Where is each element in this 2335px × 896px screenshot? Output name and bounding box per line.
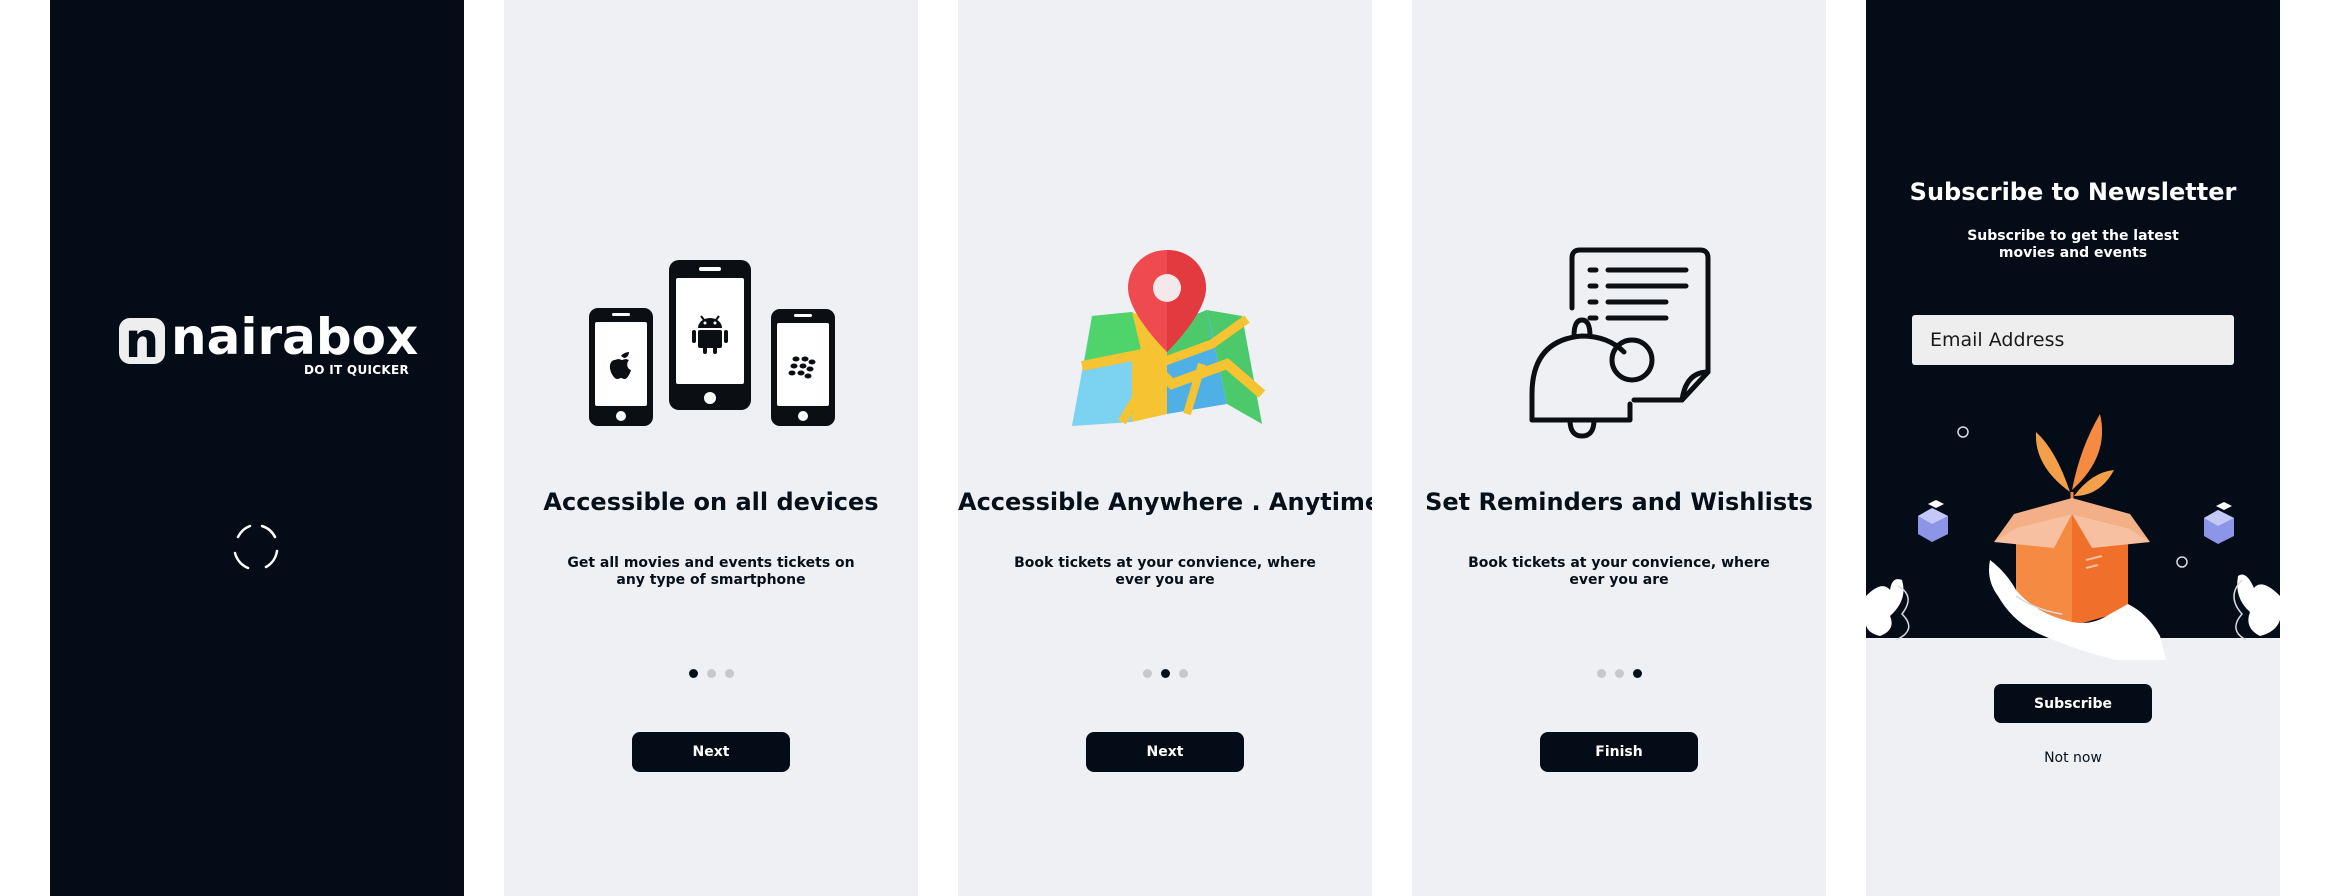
page-dot-1[interactable] [1596,669,1606,678]
onboarding-title: Accessible on all devices [543,488,879,516]
bell-list-icon [1529,247,1711,439]
splash-screen: n nairabox DO IT QUICKER [50,0,464,896]
page-indicator [958,669,1372,678]
devices-icon [589,260,835,426]
nairabox-logo: n nairabox DO IT QUICKER [119,308,418,380]
newsletter-subtitle: Subscribe to get the latest movies and e… [1967,228,2179,261]
logo-mark: n [119,317,165,365]
onboarding-subtitle: Get all movies and events tickets on any… [567,555,855,588]
newsletter-screen: Subscribe to Newsletter Subscribe to get… [1866,0,2280,896]
page-indicator [1412,669,1826,678]
page-dot-2[interactable] [1160,669,1170,678]
page-indicator [504,669,918,678]
onboarding-subtitle: Book tickets at your convience, where ev… [1468,555,1770,588]
onboarding-screen-anywhere: Accessible Anywhere . Anytime Book ticke… [958,0,1372,896]
newsletter-title: Subscribe to Newsletter [1909,178,2237,206]
next-button[interactable]: Next [1086,732,1244,772]
onboarding-title: Accessible Anywhere . Anytime [958,488,1372,516]
map-pin-icon [1072,250,1266,426]
page-dot-3[interactable] [1632,669,1642,678]
page-dot-2[interactable] [706,669,716,678]
page-dot-1[interactable] [688,669,698,678]
onboarding-screen-reminders: Set Reminders and Wishlists Book tickets… [1412,0,1826,896]
page-dot-3[interactable] [724,669,734,678]
page-dot-2[interactable] [1614,669,1624,678]
newsletter-footer [1866,638,2280,896]
onboarding-screen-devices: Accessible on all devices Get all movies… [504,0,918,896]
page-dot-3[interactable] [1178,669,1188,678]
finish-button[interactable]: Finish [1540,732,1698,772]
loading-spinner-icon [233,524,279,570]
page-dot-1[interactable] [1142,669,1152,678]
next-button[interactable]: Next [632,732,790,772]
logo-text: nairabox [171,308,419,366]
onboarding-subtitle: Book tickets at your convience, where ev… [1014,555,1316,588]
email-field[interactable] [1912,315,2234,365]
onboarding-title: Set Reminders and Wishlists [1425,488,1813,516]
not-now-link[interactable]: Not now [1866,750,2280,766]
logo-tagline: DO IT QUICKER [303,363,409,377]
subscribe-button[interactable]: Subscribe [1994,684,2152,723]
gift-box-illustration-icon [1866,414,2280,660]
